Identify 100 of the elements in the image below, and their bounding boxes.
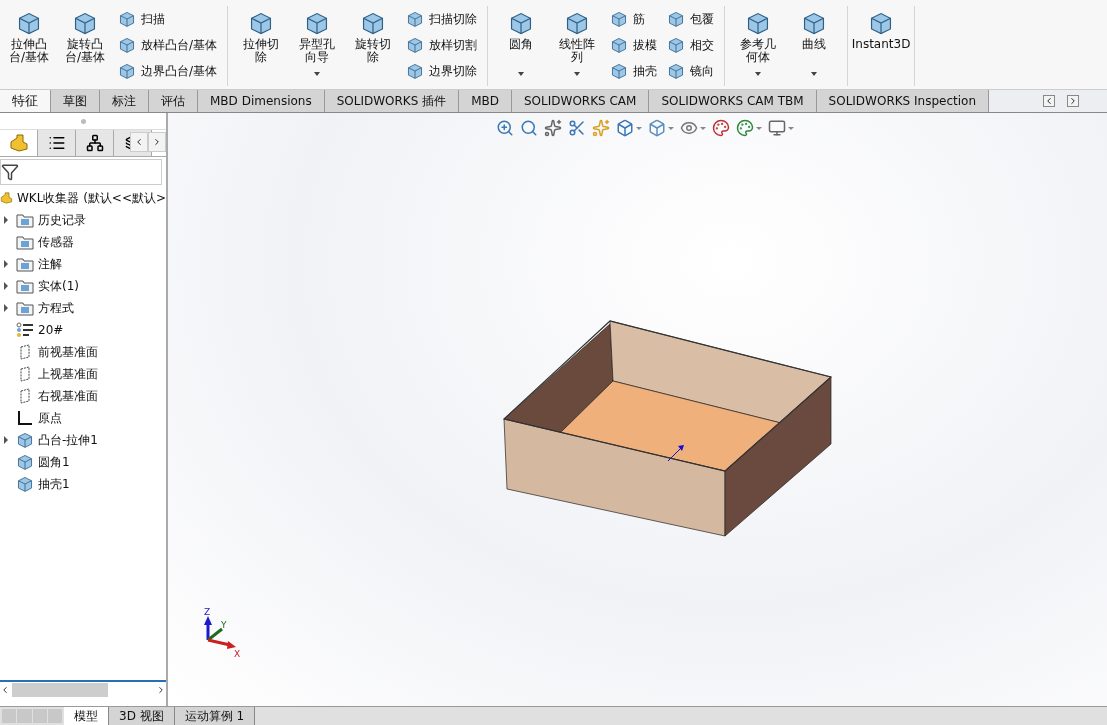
ribbon-tab[interactable]: SOLIDWORKS 插件 bbox=[324, 90, 460, 112]
chevron-left-icon bbox=[134, 137, 144, 147]
tree-item[interactable]: 注解 bbox=[38, 255, 62, 273]
hide-show-button[interactable] bbox=[680, 119, 706, 137]
ribbon-button[interactable]: 圆角 bbox=[494, 6, 549, 86]
tree-item[interactable]: 历史记录 bbox=[38, 211, 86, 229]
ribbon-button[interactable]: 旋转凸台/基体 bbox=[58, 6, 112, 86]
next-button[interactable] bbox=[1067, 95, 1079, 107]
ribbon-tab[interactable]: 评估 bbox=[149, 90, 198, 112]
cube-icon bbox=[667, 62, 686, 80]
ribbon-button[interactable]: 相交 bbox=[667, 34, 715, 56]
ribbon-tab[interactable]: SOLIDWORKS Inspection bbox=[816, 90, 990, 112]
scrollbar-thumb[interactable] bbox=[12, 683, 108, 697]
folder-icon bbox=[16, 278, 34, 294]
tree-item[interactable]: 右视基准面 bbox=[38, 387, 98, 405]
tree-item[interactable]: 方程式 bbox=[38, 299, 74, 317]
list-icon bbox=[47, 134, 66, 152]
tree-item[interactable]: 凸台-拉伸1 bbox=[38, 431, 98, 449]
previous-view-button[interactable] bbox=[544, 119, 562, 137]
cube-icon bbox=[406, 36, 425, 54]
cube-icon bbox=[406, 10, 425, 28]
cube-icon bbox=[118, 62, 136, 80]
tree-item[interactable]: 圆角1 bbox=[38, 453, 70, 471]
chevron-right-icon bbox=[1068, 96, 1078, 106]
tree-item[interactable]: 抽壳1 bbox=[38, 475, 70, 493]
ribbon-button[interactable]: 参考几何体 bbox=[731, 6, 786, 86]
expand-arrow-icon[interactable] bbox=[4, 282, 8, 290]
cube-icon bbox=[610, 36, 629, 54]
ribbon-tab[interactable]: SOLIDWORKS CAM TBM bbox=[649, 90, 817, 112]
ribbon-button[interactable]: 边界凸台/基体 bbox=[118, 60, 218, 82]
chevron-left-icon bbox=[1044, 96, 1054, 106]
ribbon-tab[interactable]: 特征 bbox=[0, 90, 51, 112]
filter-icon[interactable] bbox=[1, 163, 19, 181]
bottom-tab[interactable]: 3D 视图 bbox=[109, 707, 175, 725]
ribbon-button[interactable]: Instant3D bbox=[854, 6, 909, 86]
expand-arrow-icon[interactable] bbox=[4, 216, 8, 224]
tree-item[interactable]: 前视基准面 bbox=[38, 343, 98, 361]
tree-item[interactable]: 原点 bbox=[38, 409, 62, 427]
search-icon bbox=[520, 119, 538, 137]
caret-icon bbox=[700, 126, 706, 130]
ribbon-tab[interactable]: SOLIDWORKS CAM bbox=[512, 90, 650, 112]
ribbon-button[interactable]: 放样切割 bbox=[406, 34, 478, 56]
view-settings-button[interactable] bbox=[768, 119, 794, 137]
ribbon-button[interactable]: 抽壳 bbox=[610, 60, 658, 82]
ribbon-tab[interactable]: 标注 bbox=[100, 90, 149, 112]
chevron-left-icon[interactable] bbox=[0, 685, 10, 695]
edit-appearance-button[interactable] bbox=[712, 119, 730, 137]
tree-root[interactable]: WKL收集器 (默认<<默认> bbox=[16, 189, 166, 207]
zoom-icon bbox=[496, 119, 514, 137]
ribbon-button[interactable]: 放样凸台/基体 bbox=[118, 34, 218, 56]
previous-button[interactable] bbox=[1043, 95, 1055, 107]
ribbon-tab[interactable]: 草图 bbox=[51, 90, 100, 112]
zoom-to-fit-button[interactable] bbox=[496, 119, 514, 137]
ribbon-button[interactable]: 曲线 bbox=[787, 6, 842, 86]
tree-item[interactable]: 实体(1) bbox=[38, 277, 79, 295]
ribbon-button[interactable]: 拉伸凸台/基体 bbox=[2, 6, 56, 86]
bottom-tab[interactable]: 运动算例 1 bbox=[174, 707, 256, 725]
ribbon-button[interactable]: 扫描 bbox=[118, 8, 218, 30]
ribbon-button[interactable]: 边界切除 bbox=[406, 60, 478, 82]
ribbon-button[interactable]: 包覆 bbox=[667, 8, 715, 30]
hierarchy-icon bbox=[85, 134, 104, 152]
bottom-tab[interactable]: 模型 bbox=[64, 707, 109, 725]
monitor-icon bbox=[768, 119, 786, 137]
z-axis-label: Z bbox=[204, 607, 211, 617]
ribbon-button[interactable]: 拉伸切除 bbox=[234, 6, 289, 86]
ribbon-button[interactable]: 镜向 bbox=[667, 60, 715, 82]
ribbon-button[interactable]: 扫描切除 bbox=[406, 8, 478, 30]
expand-arrow-icon[interactable] bbox=[4, 436, 8, 444]
chevron-right-icon[interactable] bbox=[156, 685, 166, 695]
cube-icon bbox=[610, 10, 629, 28]
cube-icon bbox=[406, 62, 425, 80]
eye-icon bbox=[680, 119, 698, 137]
ribbon-button[interactable]: 异型孔向导 bbox=[290, 6, 345, 86]
view-orientation-button[interactable] bbox=[616, 119, 642, 137]
ribbon-button[interactable]: 拔模 bbox=[610, 34, 658, 56]
ribbon-tab[interactable]: MBD bbox=[459, 90, 512, 112]
cube-icon bbox=[16, 475, 34, 493]
ribbon-button[interactable]: 线性阵列 bbox=[550, 6, 605, 86]
ribbon-button[interactable]: 旋转切除 bbox=[346, 6, 401, 86]
ribbon-button[interactable]: 筋 bbox=[610, 8, 658, 30]
axis-triad-drawing bbox=[204, 616, 236, 649]
cube-icon bbox=[118, 36, 136, 54]
cube-icon bbox=[648, 119, 666, 137]
expand-arrow-icon[interactable] bbox=[4, 260, 8, 268]
tree-item[interactable]: 传感器 bbox=[38, 233, 74, 251]
scene-button[interactable] bbox=[736, 119, 762, 137]
expand-arrow-icon[interactable] bbox=[4, 304, 8, 312]
palette-icon bbox=[736, 119, 754, 137]
drag-handle[interactable] bbox=[80, 118, 86, 124]
x-axis-label: X bbox=[234, 649, 241, 659]
zoom-area-button[interactable] bbox=[520, 119, 538, 137]
cube-icon bbox=[16, 453, 34, 471]
ribbon-tab[interactable]: MBD Dimensions bbox=[198, 90, 325, 112]
panel-tab[interactable] bbox=[76, 130, 114, 156]
display-style-button[interactable] bbox=[648, 119, 674, 137]
tree-item[interactable]: 上视基准面 bbox=[38, 365, 98, 383]
material-list-icon bbox=[16, 322, 34, 338]
section-view-button[interactable] bbox=[568, 119, 586, 137]
panel-tab[interactable] bbox=[38, 130, 76, 156]
tree-item[interactable]: 20# bbox=[38, 323, 64, 337]
